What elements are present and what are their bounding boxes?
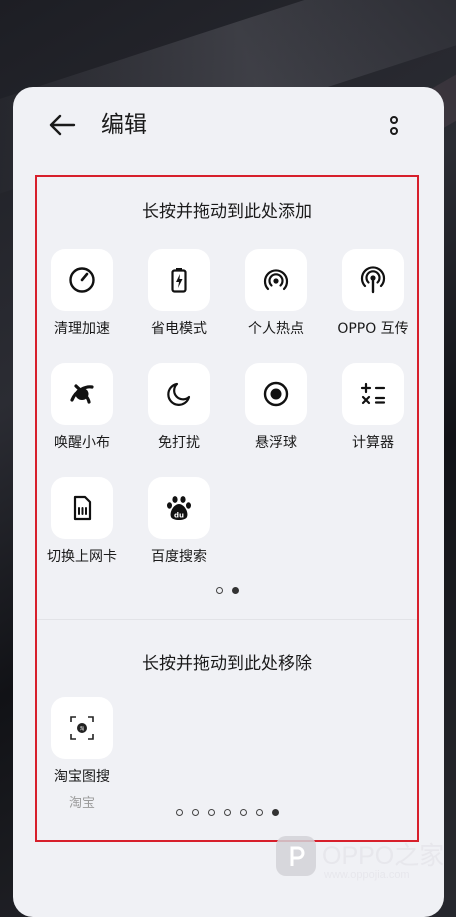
tile-hotspot[interactable]: 个人热点: [231, 249, 321, 338]
add-section-title: 长按并拖动到此处添加: [142, 202, 312, 222]
tile-floating-ball[interactable]: 悬浮球: [231, 363, 321, 452]
tile-do-not-disturb[interactable]: 免打扰: [134, 363, 224, 452]
pager-dot[interactable]: [175, 809, 183, 816]
tile-taobao-image-search[interactable]: 淘 淘宝图搜 淘宝: [37, 697, 127, 811]
watermark: OPPO之家 www.oppojia.com: [274, 832, 454, 892]
remove-section-title: 长按并拖动到此处移除: [142, 654, 312, 674]
back-button[interactable]: [47, 111, 79, 139]
tile-calculator[interactable]: 计算器: [328, 363, 418, 452]
watermark-text: OPPO之家: [322, 842, 445, 870]
speedometer-icon: [69, 267, 95, 293]
baidu-paw-icon: du: [167, 496, 191, 520]
tile-clean-speed[interactable]: 清理加速: [37, 249, 127, 338]
back-arrow-icon: [49, 114, 76, 136]
battery-saver-icon: [171, 268, 187, 293]
pager-dot[interactable]: [215, 587, 223, 594]
tile-switch-sim[interactable]: 切换上网卡: [37, 477, 127, 566]
pager-dot[interactable]: [239, 809, 247, 816]
moon-icon: [167, 382, 191, 406]
hotspot-icon: [263, 269, 289, 291]
tile-power-saving[interactable]: 省电模式: [134, 249, 224, 338]
floating-ball-icon: [263, 381, 289, 407]
breeno-icon: [70, 384, 94, 404]
watermark-logo: [276, 836, 316, 876]
add-pager: [37, 587, 417, 594]
page-title: 编辑: [101, 112, 147, 138]
more-vertical-icon: [390, 116, 398, 135]
tile-oppo-share[interactable]: OPPO 互传: [328, 249, 418, 338]
sim-card-icon: [73, 495, 92, 521]
remove-pager: [37, 809, 417, 816]
pager-dot[interactable]: [255, 809, 263, 816]
more-options-button[interactable]: [384, 113, 404, 139]
pager-dot[interactable]: [191, 809, 199, 816]
oppo-logo-icon: [290, 846, 305, 866]
calculator-icon: [360, 382, 386, 405]
svg-text:淘: 淘: [80, 725, 85, 732]
divider: [37, 619, 417, 620]
edit-panel: 编辑 长按并拖动到此处添加 清理加速 省电模式 个人热点 OPPO 互传 唤醒小…: [13, 87, 444, 917]
edit-area: 长按并拖动到此处添加 清理加速 省电模式 个人热点 OPPO 互传 唤醒小布 免…: [35, 175, 419, 842]
svg-text:du: du: [174, 512, 184, 520]
tile-baidu-search[interactable]: du 百度搜索: [134, 477, 224, 566]
taobao-image-search-icon: 淘: [70, 716, 94, 740]
pager-dot-active[interactable]: [271, 809, 279, 816]
tile-wake-breeno[interactable]: 唤醒小布: [37, 363, 127, 452]
watermark-url: www.oppojia.com: [324, 869, 410, 881]
pager-dot[interactable]: [207, 809, 215, 816]
header: 编辑: [13, 87, 444, 163]
pager-dot-active[interactable]: [231, 587, 239, 594]
oppo-share-icon: [360, 266, 386, 294]
pager-dot[interactable]: [223, 809, 231, 816]
